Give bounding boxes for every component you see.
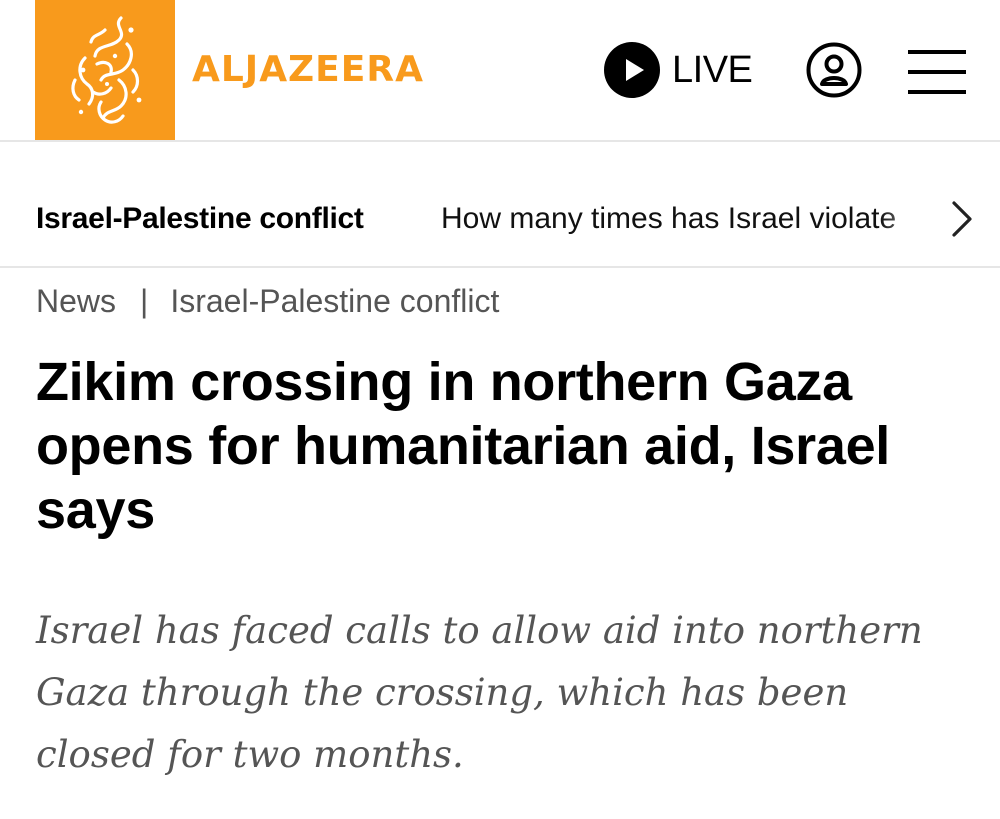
user-account-icon [806,42,862,98]
article-subheading: Israel has faced calls to allow aid into… [36,609,923,776]
chevron-right-icon [952,201,972,237]
menu-line [908,50,966,54]
breadcrumb-topic[interactable]: Israel-Palestine conflict [170,283,499,319]
menu-line [908,70,966,74]
trending-headline: How many times has Israel violate [441,202,897,235]
aljazeera-logo[interactable] [35,0,175,140]
breadcrumb: News | Israel-Palestine conflict [36,280,499,322]
trending-fade [880,182,950,252]
trending-topic-link[interactable]: Israel-Palestine conflict [36,199,364,239]
article-headline: Zikim crossing in northern Gaza opens fo… [36,352,891,540]
trending-bar: Israel-Palestine conflict How many times… [0,142,1000,268]
brand-name[interactable]: ALJAZEERA [192,48,424,92]
site-header: ALJAZEERA LIVE [0,0,1000,142]
trending-headline-link[interactable]: How many times has Israel violate [441,199,941,239]
live-button[interactable]: LIVE [604,42,753,98]
breadcrumb-news[interactable]: News [36,283,116,319]
play-icon [604,42,660,98]
live-label: LIVE [672,49,753,91]
account-button[interactable] [806,42,862,98]
aljazeera-calligraphy-logo-icon [35,0,175,140]
hamburger-menu-icon[interactable] [908,50,966,94]
trending-next-button[interactable] [944,198,978,240]
breadcrumb-separator: | [140,283,149,319]
menu-line [908,90,966,94]
